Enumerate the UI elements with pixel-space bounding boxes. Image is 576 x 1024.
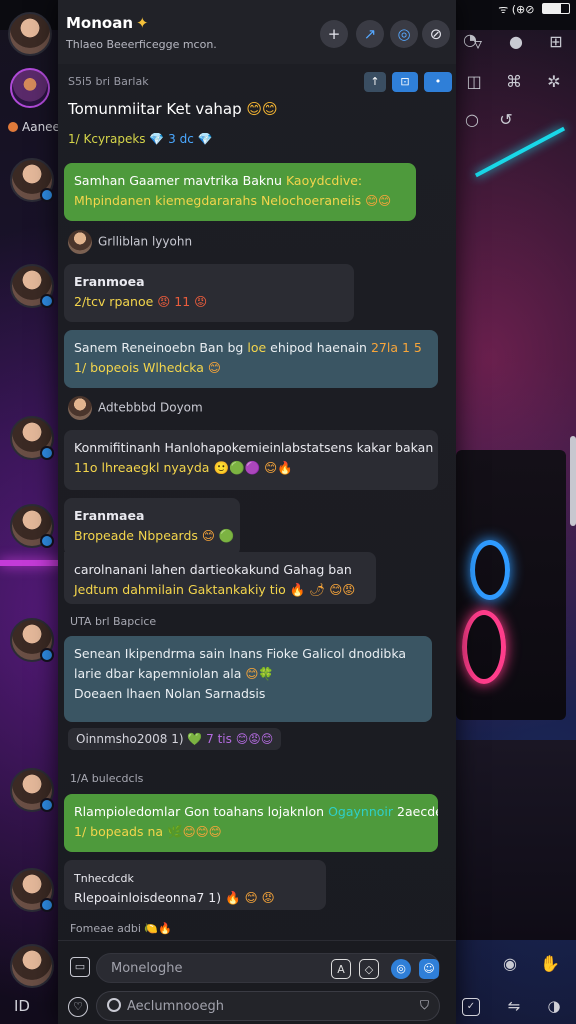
reaction-row[interactable]: Oinnmsho2008 1) 💚 7 tis 😊😡😊 (68, 728, 282, 750)
channel-label: S5i5 bri Barlak (68, 75, 149, 88)
user-avatar[interactable] (8, 12, 52, 56)
message-sender: UTA brl Bapcice (70, 615, 157, 628)
nav-share-icon[interactable]: ⇋ (502, 994, 526, 1018)
phone-icon[interactable]: ◫ (462, 70, 486, 94)
message-bubble[interactable]: Sanem Reneinoebn Ban bg loe ehipod haena… (64, 330, 438, 388)
nav-home-icon[interactable]: ID (10, 994, 34, 1018)
notifications-icon[interactable]: ● (504, 30, 528, 54)
media-button[interactable]: ⊡ (392, 72, 418, 92)
network-icon: (⊕⊘ (511, 3, 535, 16)
gif-icon[interactable]: ◇ (359, 959, 379, 979)
message-sender: 1/A bulecdcls (70, 772, 144, 785)
nav-check-icon[interactable]: ✓ (462, 998, 480, 1016)
nav-timer-icon[interactable]: ◑ (542, 994, 566, 1018)
send-icon[interactable]: ☺ (419, 959, 439, 979)
message-bubble[interactable]: Tnhecdcdk Rlepoainloisdeonna7 1) 🔥 😊 😡 (64, 860, 326, 910)
message-bubble[interactable]: Senean Ikipendrma sain lnans Fioke Galic… (64, 636, 432, 722)
thread-subline: 1/ Kcyrapeks 💎 3 dc 💎 (68, 132, 213, 146)
contact-avatar[interactable] (10, 944, 54, 988)
attach-icon[interactable]: A (331, 959, 351, 979)
scrollbar-thumb[interactable] (570, 436, 576, 526)
online-badge-icon (40, 648, 54, 662)
desk-surface (456, 740, 576, 940)
upload-button[interactable]: ↑ (364, 72, 386, 92)
rgb-fan-ring (462, 610, 506, 684)
online-badge-icon (40, 188, 54, 202)
thread-heading: Tomunmiitar Ket vahap 😊😊 (68, 100, 278, 118)
search-icon[interactable]: ○ (460, 108, 484, 132)
voice-icon[interactable]: ◎ (391, 959, 411, 979)
online-badge-icon (40, 534, 54, 548)
scan-icon[interactable]: ⌘ (502, 70, 526, 94)
online-badge-icon (40, 898, 54, 912)
message-bubble[interactable]: Eranmaea Bropeade Nbpeards 😊 🟢 (64, 498, 240, 556)
online-badge-icon (40, 294, 54, 308)
message-sender: Adtebbbd Doyom (68, 396, 203, 420)
filter-icon[interactable]: ▿ (466, 32, 490, 56)
message-bubble[interactable]: Samhan Gaamer mavtrika Baknu Kaoydcdive:… (64, 163, 416, 221)
rail-label: Aanee (8, 120, 60, 134)
sender-avatar[interactable] (68, 230, 92, 254)
typing-indicator: Fomeae adbi 🍋🔥 (70, 922, 172, 935)
hero-avatar[interactable] (10, 68, 50, 108)
message-bubble-continuation[interactable]: carolnanani lahen dartieokakund Gahag ba… (64, 552, 376, 604)
status-dot-icon (8, 122, 18, 132)
message-bubble[interactable]: Rlampioledomlar Gon toahans lojaknlon Og… (64, 794, 438, 852)
bottom-nav: ID ✓ ⇋ ◑ (0, 988, 576, 1024)
grid-icon[interactable]: ⊞ (544, 30, 568, 54)
signal-icon: ᯤ (498, 3, 509, 16)
conversation-rail: Aanee (0, 0, 62, 1024)
neon-light-strip (474, 126, 566, 178)
online-badge-icon (40, 798, 54, 812)
chat-header: Monoan ✦ Thlaeo Beeerficegge mcon. + ↗ ◎ … (58, 0, 456, 64)
sticker-icon[interactable]: ▭ (70, 957, 90, 977)
message-sender: Grlliblan lyyohn (68, 230, 192, 254)
pin-button[interactable]: ↗ (356, 20, 384, 48)
message-input[interactable]: Moneloghe A ◇ ◎ ☺ (96, 953, 440, 983)
record-icon[interactable]: ◉ (498, 952, 522, 976)
message-input-placeholder: Moneloghe (111, 961, 183, 976)
channel-row: S5i5 bri Barlak ↑ ⊡ • (66, 72, 452, 92)
sparkle-icon: ✦ (136, 14, 149, 32)
chat-title: Monoan ✦ (66, 14, 149, 32)
add-button[interactable]: + (320, 20, 348, 48)
status-bar: ᯤ (⊕⊘ (498, 2, 570, 17)
target-button[interactable]: ◎ (390, 20, 418, 48)
close-button[interactable]: ⊘ (422, 20, 450, 48)
message-bubble[interactable]: Konmifitinanh Hanlohapokemieinlabstatsen… (64, 430, 438, 490)
message-bubble[interactable]: Eranmoea 2/tcv rpanoe 😡 11 😡 (64, 264, 354, 322)
battery-icon (542, 3, 570, 14)
refresh-icon[interactable]: ↺ (494, 108, 518, 132)
online-badge-icon (40, 446, 54, 460)
settings-gear-icon[interactable]: ✲ (542, 70, 566, 94)
more-button[interactable]: • (424, 72, 452, 92)
chat-panel: Monoan ✦ Thlaeo Beeerficegge mcon. + ↗ ◎ … (58, 0, 456, 1024)
rgb-fan-ring (470, 540, 510, 600)
hand-icon[interactable]: ✋ (538, 952, 562, 976)
chat-subtitle: Thlaeo Beeerficegge mcon. (66, 38, 217, 51)
sender-avatar[interactable] (68, 396, 92, 420)
